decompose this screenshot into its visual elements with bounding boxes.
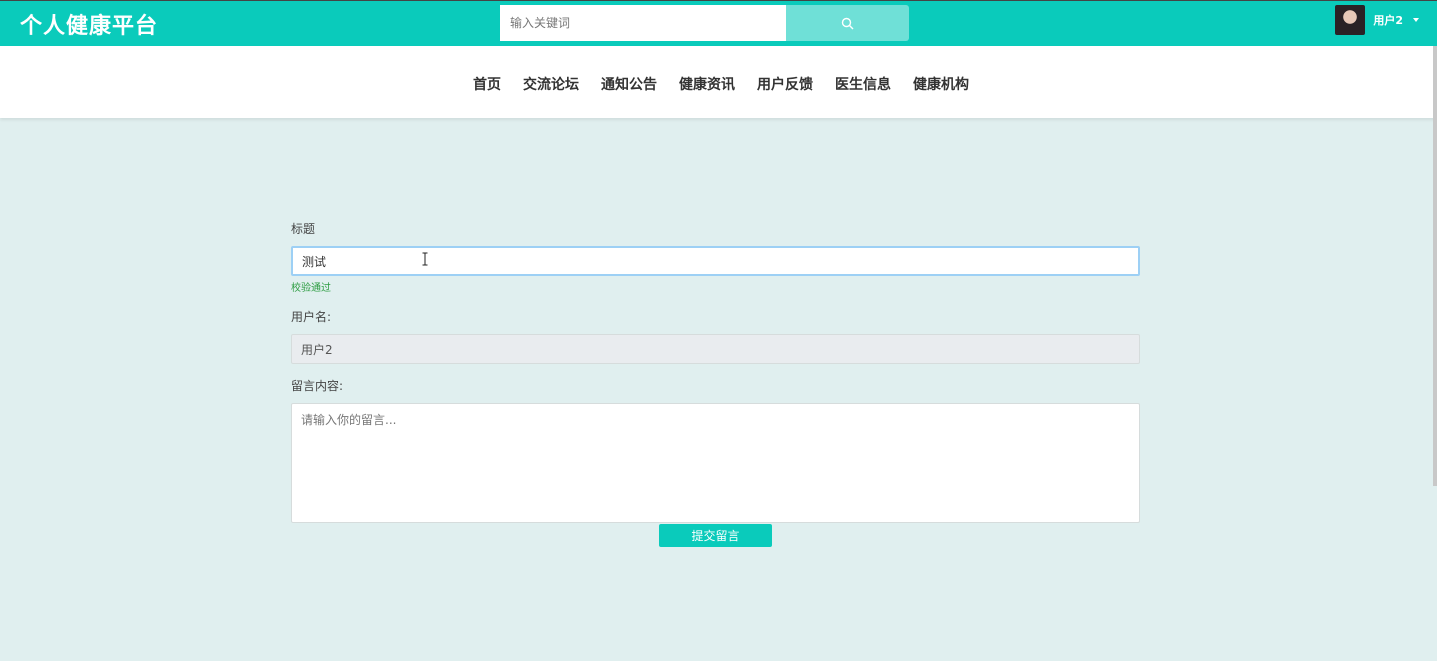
feedback-form: 标题 测试 校验通过 用户名: 用户2 留言内容: 提交留言 (291, 220, 1140, 547)
text-cursor-icon (422, 252, 428, 266)
nav-item-home[interactable]: 首页 (473, 74, 501, 94)
caret-down-icon[interactable] (1413, 18, 1419, 22)
search-icon (841, 17, 854, 29)
nav-item-health-news[interactable]: 健康资讯 (679, 74, 735, 94)
search-bar (500, 5, 909, 41)
title-label: 标题 (291, 222, 316, 236)
user-name[interactable]: 用户2 (1373, 12, 1403, 28)
avatar[interactable] (1335, 5, 1366, 35)
title-validation-hint: 校验通过 (291, 283, 331, 294)
nav-item-institutions[interactable]: 健康机构 (913, 74, 969, 94)
site-logo[interactable]: 个人健康平台 (20, 8, 158, 40)
username-field: 用户2 (291, 334, 1140, 364)
page-scrollbar[interactable] (1433, 46, 1437, 486)
content-textarea[interactable] (291, 403, 1140, 523)
nav-item-feedback[interactable]: 用户反馈 (757, 74, 813, 94)
nav-item-doctors[interactable]: 医生信息 (835, 74, 891, 94)
nav-item-forum[interactable]: 交流论坛 (523, 74, 579, 94)
search-input[interactable] (500, 5, 786, 41)
top-bar: 个人健康平台 用户2 (0, 0, 1437, 46)
nav-list: 首页 交流论坛 通知公告 健康资讯 用户反馈 医生信息 健康机构 (462, 74, 980, 94)
submit-button[interactable]: 提交留言 (659, 524, 772, 547)
username-label: 用户名: (291, 310, 332, 324)
nav-item-notices[interactable]: 通知公告 (601, 74, 657, 94)
user-menu[interactable]: 用户2 (1335, 4, 1419, 36)
search-button[interactable] (786, 5, 909, 41)
content-label: 留言内容: (291, 379, 344, 393)
title-input[interactable]: 测试 (291, 246, 1140, 276)
main-nav: 首页 交流论坛 通知公告 健康资讯 用户反馈 医生信息 健康机构 (0, 46, 1437, 118)
